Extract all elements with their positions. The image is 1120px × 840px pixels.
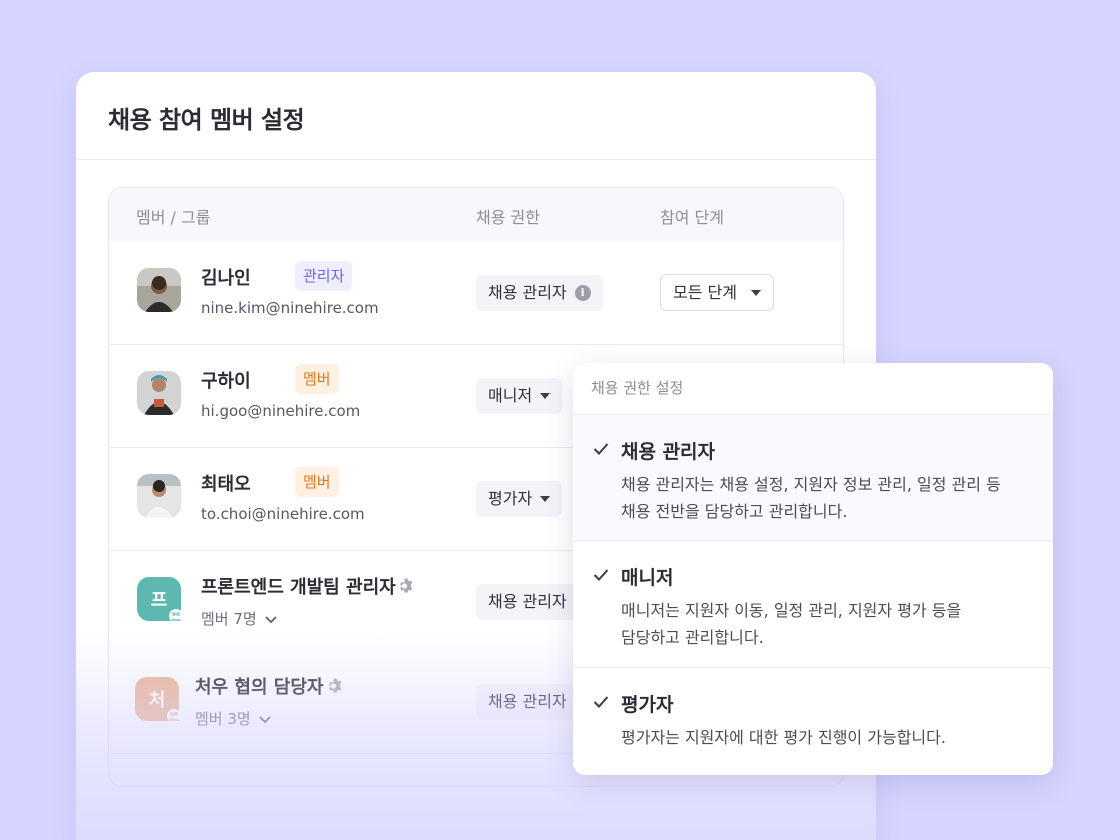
caret-down-icon [540,393,551,399]
group-name: 프론트엔드 개발팀 관리자 [201,577,396,598]
member-email: to.choi@ninehire.com [201,505,365,523]
option-description-line: 담당하고 관리합니다. [621,628,764,647]
avatar [137,474,181,518]
dropdown-option-evaluator[interactable]: 평가자 평가자는 지원자에 대한 평가 진행이 가능합니다. [573,668,1053,775]
permission-dropdown[interactable]: 채용 권한 설정 채용 관리자 채용 관리자는 채용 설정, 지원자 정보 관리… [573,363,1053,775]
group-avatar-letter: 처 [148,690,166,711]
role-badge: 관리자 [295,261,353,291]
column-header-member: 멤버 / 그룹 [136,208,211,227]
group-name: 처우 협의 담당자 [195,677,324,698]
check-icon [593,696,609,708]
chevron-down-icon [259,715,271,723]
option-description: 평가자는 지원자에 대한 평가 진행이 가능합니다. [621,724,1041,751]
member-name: 최태오 [201,474,251,495]
table-row: 김나인 관리자 nine.kim@ninehire.com 채용 관리자 i 모… [109,242,843,345]
gear-icon[interactable] [397,577,415,599]
member-email: hi.goo@ninehire.com [201,402,361,420]
option-description-line: 채용 전반을 담당하고 관리합니다. [621,502,848,521]
group-avatar-letter: 프 [150,590,168,611]
group-avatar: 프 [137,577,183,623]
table-header: 멤버 / 그룹 채용 권한 참여 단계 [109,188,843,242]
page-title: 채용 참여 멤버 설정 [108,106,305,134]
option-title: 매니저 [621,567,674,589]
caret-down-icon [750,289,761,296]
group-member-count[interactable]: 멤버 7명 [201,608,279,629]
permission-text: 채용 관리자 [488,283,567,302]
permission-select[interactable]: 매니저 [476,378,563,414]
member-count-text: 멤버 3명 [195,710,251,728]
chevron-down-icon [265,615,277,623]
option-title: 채용 관리자 [621,441,716,463]
member-name: 구하이 [201,371,251,392]
caret-down-icon [540,496,551,502]
stage-select-value: 모든 단계 [673,283,737,302]
member-email: nine.kim@ninehire.com [201,299,379,317]
dropdown-option-manager[interactable]: 매니저 매니저는 지원자 이동, 일정 관리, 지원자 평가 등을 담당하고 관… [573,541,1053,668]
permission-select[interactable]: 채용 관리자 [476,584,579,620]
permission-select-value: 채용 관리자 [488,592,567,611]
option-description: 매니저는 지원자 이동, 일정 관리, 지원자 평가 등을 담당하고 관리합니다… [621,597,1041,651]
permission-select[interactable]: 채용 관리자 [476,684,579,720]
info-icon[interactable]: i [574,285,591,301]
column-header-permission: 채용 권한 [476,208,540,227]
group-avatar: 처 [135,677,181,723]
permission-select-value: 채용 관리자 [488,692,567,711]
option-description: 채용 관리자는 채용 설정, 지원자 정보 관리, 일정 관리 등 채용 전반을… [621,471,1041,525]
gear-icon[interactable] [326,677,344,699]
dropdown-header: 채용 권한 설정 [573,363,1053,415]
group-member-count[interactable]: 멤버 3명 [195,708,273,729]
role-badge: 멤버 [295,364,339,394]
dropdown-option-recruit-admin[interactable]: 채용 관리자 채용 관리자는 채용 설정, 지원자 정보 관리, 일정 관리 등… [573,415,1053,541]
stage-select[interactable]: 모든 단계 [660,274,774,311]
avatar [137,268,181,312]
card-header: 채용 참여 멤버 설정 [76,72,876,160]
permission-select[interactable]: 평가자 [476,481,563,517]
group-icon [167,709,181,723]
role-badge: 멤버 [295,467,339,497]
option-title: 평가자 [621,694,674,716]
permission-select-value: 평가자 [488,489,533,508]
option-description-line: 매니저는 지원자 이동, 일정 관리, 지원자 평가 등을 [621,601,962,620]
option-description-line: 평가자는 지원자에 대한 평가 진행이 가능합니다. [621,728,946,747]
check-icon [593,443,609,455]
permission-select-value: 매니저 [488,386,533,405]
member-name: 김나인 [201,268,251,289]
permission-label: 채용 관리자 i [476,275,603,311]
group-icon [169,609,183,623]
member-count-text: 멤버 7명 [201,610,257,628]
column-header-stage: 참여 단계 [660,208,724,227]
avatar [137,371,181,415]
option-description-line: 채용 관리자는 채용 설정, 지원자 정보 관리, 일정 관리 등 [621,475,1001,494]
check-icon [593,569,609,581]
